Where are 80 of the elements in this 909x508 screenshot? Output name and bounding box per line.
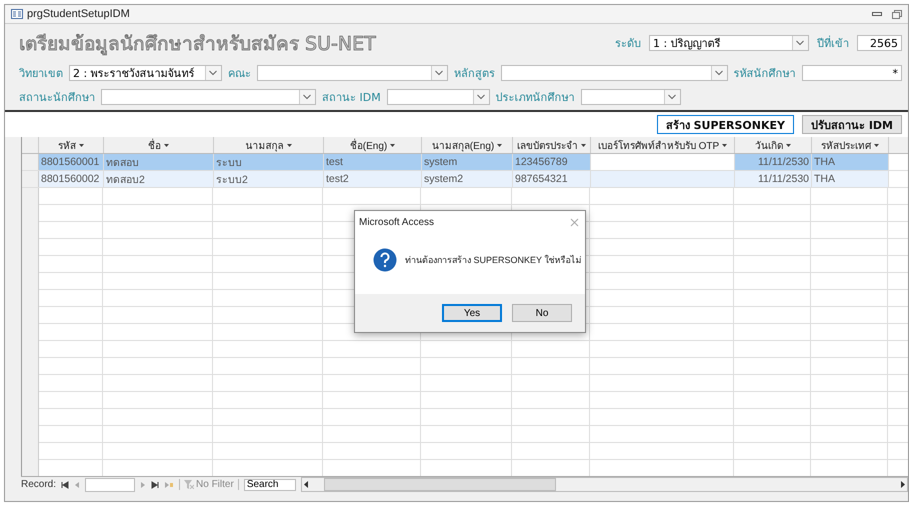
minimize-icon[interactable] [872, 11, 882, 17]
dropdown-button[interactable] [205, 66, 222, 80]
table-cell: 123456789 [513, 154, 591, 170]
field-label: สถานะ IDM [322, 90, 381, 106]
table-cell[interactable] [591, 171, 735, 187]
dropdown-button[interactable] [299, 90, 315, 104]
field-label: ประเภทนักศึกษา [496, 90, 575, 106]
dialog-button[interactable]: No [512, 304, 572, 322]
window-title: prgStudentSetupIDM [27, 8, 131, 20]
table-cell: 987654321 [513, 171, 591, 187]
dropdown-button[interactable] [472, 90, 489, 104]
action-button[interactable]: สร้าง SUPERSONKEY [656, 115, 794, 134]
field-label: วิทยาเขต [19, 66, 63, 82]
scroll-thumb[interactable] [324, 478, 556, 491]
table-cell: THA [812, 154, 889, 170]
form-heading: เตรียมข้อมูลนักศึกษาสำหรับสมัคร SU-NET [19, 32, 377, 57]
table-row[interactable]: 8801560002 ทดสอบ2 ระบบ2 test2 system2 987654321 11/11/2530 THA [22, 171, 908, 188]
column-header[interactable]: นามสกุล(Eng) [422, 137, 513, 153]
first-record-icon[interactable] [61, 480, 70, 488]
sort-arrow-icon[interactable] [164, 144, 169, 146]
column-header[interactable]: รหัส [39, 137, 104, 153]
sort-arrow-icon[interactable] [497, 144, 502, 146]
scroll-left-icon[interactable] [302, 480, 310, 489]
form-icon [11, 9, 23, 19]
dialog-button[interactable]: Yes [442, 304, 502, 322]
dropdown-button[interactable] [664, 90, 680, 104]
field-label: ระดับ [615, 36, 641, 52]
restore-icon[interactable] [892, 10, 902, 18]
table-cell: THA [812, 171, 889, 187]
sort-arrow-icon[interactable] [722, 144, 728, 146]
action-button[interactable]: ปรับสถานะ IDM [802, 115, 902, 134]
table-row[interactable]: 8801560001 ทดสอบ ระบบ test system 123456789 11/11/2530 THA [22, 154, 908, 171]
sort-arrow-icon[interactable] [286, 144, 292, 146]
column-header[interactable]: นามสกุล [214, 137, 324, 153]
dropdown-button[interactable] [430, 66, 447, 80]
dropdown-button[interactable] [710, 66, 727, 80]
sort-arrow-icon[interactable] [581, 144, 586, 146]
last-record-icon[interactable] [151, 480, 160, 488]
combo-box[interactable]: 1 : ปริญญาตรี [649, 35, 809, 51]
table-cell: 8801560002 [39, 171, 104, 187]
sort-arrow-icon[interactable] [874, 144, 879, 146]
record-number-field[interactable] [85, 478, 136, 492]
column-header[interactable]: ชื่อ [104, 137, 214, 153]
table-cell: system [422, 154, 513, 170]
dropdown-button[interactable] [792, 36, 808, 50]
table-cell: ทดสอบ2 [104, 171, 214, 187]
table-cell: ระบบ2 [214, 171, 324, 187]
text-field[interactable]: * [802, 65, 902, 81]
table-cell: 11/11/2530 [735, 171, 812, 187]
column-header[interactable]: เลขบัตรประจำ [513, 137, 591, 153]
table-cell: test [324, 154, 422, 170]
column-header[interactable]: รหัสประเทศ [812, 137, 889, 153]
column-header[interactable]: เบอร์โทรศัพท์สำหรับรับ OTP [591, 137, 735, 153]
field-label: ปีที่เข้า [817, 34, 849, 52]
table-cell: system2 [422, 171, 513, 187]
field-label: คณะ [228, 66, 252, 82]
table-cell: 8801560001 [39, 154, 104, 170]
table-cell: ทดสอบ [104, 154, 214, 170]
field-label: รหัสนักศึกษา [734, 66, 796, 82]
close-icon[interactable] [570, 218, 579, 226]
sort-arrow-icon[interactable] [390, 144, 396, 146]
field-label: หลักสูตร [454, 66, 495, 82]
table-cell: 11/11/2530 [735, 154, 812, 170]
dialog-message: ท่านต้องการสร้าง SUPERSONKEY ใช่หรือไม่ [405, 254, 582, 266]
column-header[interactable]: ชื่อ(Eng) [324, 137, 422, 153]
text-field[interactable]: 2565 [857, 35, 902, 51]
search-field[interactable]: Search [244, 478, 296, 490]
table-cell: ระบบ [214, 154, 324, 170]
table-cell: test2 [324, 171, 422, 187]
field-label: สถานะนักศึกษา [19, 90, 95, 106]
record-label: Record: [21, 479, 56, 490]
question-icon [373, 248, 397, 272]
sort-arrow-icon[interactable] [79, 144, 84, 146]
filter-icon [184, 480, 194, 489]
horizontal-scrollbar[interactable] [300, 477, 908, 492]
sort-arrow-icon[interactable] [786, 144, 791, 146]
dialog-title: Microsoft Access [359, 216, 434, 228]
scroll-right-icon[interactable] [899, 480, 907, 489]
combo-box[interactable]: 2 : พระราชวังสนามจันทร์ [69, 65, 222, 81]
column-header[interactable]: วันเกิด [735, 137, 812, 153]
